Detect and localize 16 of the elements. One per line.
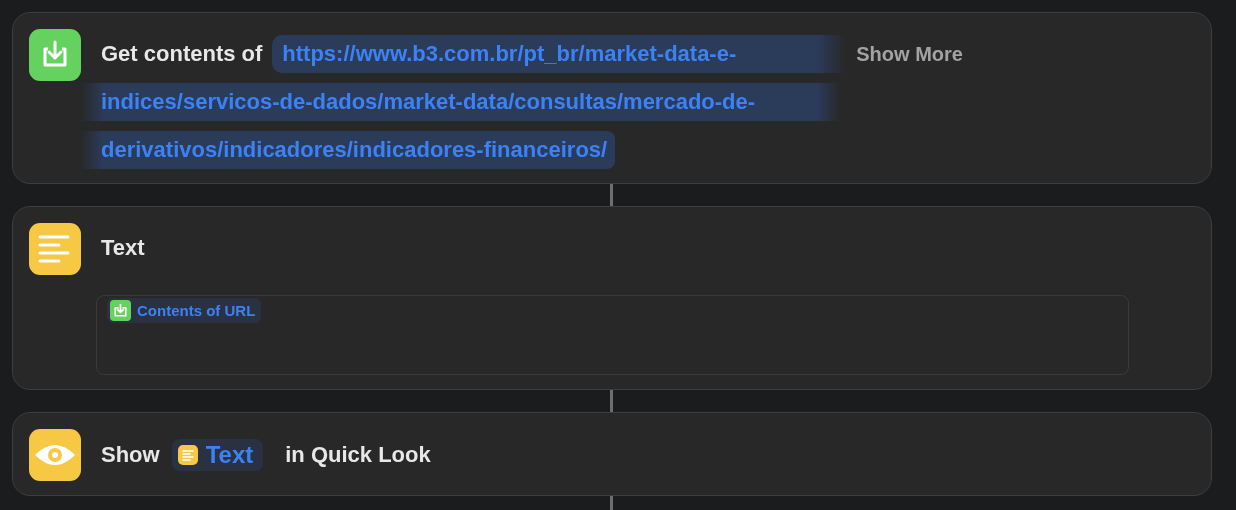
- download-icon: [110, 300, 131, 321]
- text-lines-icon: [177, 445, 198, 465]
- variable-token[interactable]: Contents of URL: [107, 298, 262, 323]
- action-title: Get contents of: [101, 41, 263, 67]
- text-field[interactable]: Contents of URL: [96, 295, 1129, 375]
- url-token[interactable]: derivativos/indicadores/indicadores-financeiros/: [81, 131, 616, 169]
- text-lines-icon: [29, 223, 81, 275]
- action-title: Show: [101, 442, 160, 468]
- show-more-button[interactable]: Show More: [856, 42, 963, 66]
- action-text: in Quick Look: [285, 442, 431, 468]
- url-token[interactable]: indices/servicos-de-dados/market-data/consultas/mercado-de-: [81, 83, 841, 121]
- download-icon: [29, 29, 81, 81]
- url-token[interactable]: https://www.b3.com.br/pt_br/market-data-e-: [272, 35, 847, 73]
- variable-token[interactable]: Text: [171, 439, 264, 471]
- eye-icon: [29, 429, 81, 481]
- action-title: Text: [101, 235, 145, 260]
